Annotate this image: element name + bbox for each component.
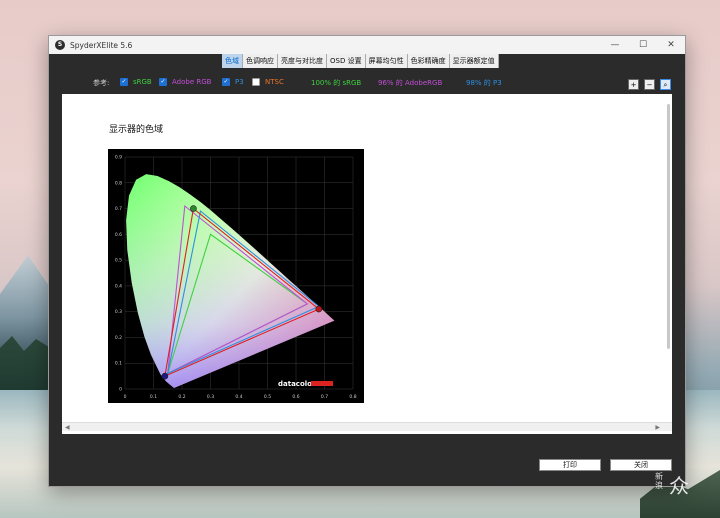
checkbox-ntsc-label[interactable]: NTSC (265, 78, 284, 86)
print-button[interactable]: 打印 (539, 459, 601, 471)
tab-brightness-contrast[interactable]: 亮度与对比度 (278, 54, 327, 68)
checkbox-adobe-rgb-label[interactable]: Adobe RGB (172, 78, 211, 86)
checkbox-adobe-rgb[interactable]: ✓ (159, 78, 167, 86)
tab-color-accuracy[interactable]: 色彩精确度 (407, 54, 450, 68)
primary-point (315, 305, 323, 313)
zoom-in-icon[interactable]: + (628, 79, 639, 90)
horizontal-scrollbar[interactable]: ◀ ▶ (62, 422, 672, 431)
y-tick-label: 0.1 (115, 361, 122, 367)
gamut-panel: 显示器的色域 0 0.1 0.2 0.3 0.4 0.5 0.6 0.7 0.8… (62, 94, 672, 434)
scroll-left-icon[interactable]: ◀ (65, 423, 70, 432)
title-bar[interactable]: S SpyderXElite 5.6 — ☐ ✕ (49, 36, 685, 54)
close-window-button[interactable]: ✕ (657, 36, 685, 54)
coverage-srgb: 100% 的 sRGB (311, 79, 362, 87)
datacolor-logo: datacolor (278, 380, 316, 388)
y-tick-label: 0.7 (115, 206, 122, 212)
reference-label: 参考: (93, 79, 110, 87)
coverage-adobe-rgb: 96% 的 AdobeRGB (378, 79, 443, 87)
checkbox-srgb[interactable]: ✓ (120, 78, 128, 86)
app-logo-icon: S (55, 40, 65, 50)
tab-tone-response[interactable]: 色调响应 (243, 54, 278, 68)
spectral-locus-overlay (126, 174, 335, 388)
x-tick-label: 0.5 (264, 394, 271, 400)
y-tick-label: 0.5 (115, 258, 122, 264)
y-tick-label: 0.2 (115, 335, 122, 341)
app-window: S SpyderXElite 5.6 — ☐ ✕ 色域 色调响应 亮度与对比度 … (48, 35, 686, 487)
zoom-fit-icon[interactable]: ⌕ (660, 79, 671, 90)
y-tick-label: 0.6 (115, 232, 122, 238)
reference-bar: 参考: ✓ sRGB ✓ Adobe RGB ✓ P3 NTSC 100% 的 … (49, 72, 687, 94)
window-title: SpyderXElite 5.6 (70, 40, 133, 50)
tab-osd-settings[interactable]: OSD 设置 (327, 54, 366, 68)
x-tick-label: 0.2 (178, 394, 185, 400)
x-tick-label: 0.3 (207, 394, 214, 400)
checkbox-srgb-label[interactable]: sRGB (133, 78, 152, 86)
y-tick-label: 0.8 (115, 180, 122, 186)
watermark: 新浪 众 (655, 470, 690, 499)
y-tick-label: 0.9 (115, 155, 122, 161)
x-tick-label: 0.7 (321, 394, 328, 400)
tab-bar: 色域 色调响应 亮度与对比度 OSD 设置 屏幕均匀性 色彩精确度 显示器额定值 (222, 54, 499, 68)
tab-display-rating[interactable]: 显示器额定值 (449, 54, 499, 68)
x-tick-label: 0.6 (292, 394, 299, 400)
gamut-chart: 0 0.1 0.2 0.3 0.4 0.5 0.6 0.7 0.8 0 0.1 0.2 0.3 0.4 0.… (108, 149, 364, 403)
y-tick-label: 0.4 (115, 283, 122, 289)
scroll-right-icon[interactable]: ▶ (655, 423, 660, 432)
zoom-out-icon[interactable]: − (644, 79, 655, 90)
y-tick-label: 0.3 (115, 309, 122, 315)
coverage-p3: 98% 的 P3 (466, 79, 502, 87)
gamut-chart-svg: 0 0.1 0.2 0.3 0.4 0.5 0.6 0.7 0.8 0 0.1 0.2 0.3 0.4 0.… (115, 155, 357, 401)
x-tick-label: 0.4 (235, 394, 242, 400)
minimize-button[interactable]: — (601, 36, 629, 54)
page-title: 显示器的色域 (109, 125, 164, 135)
primary-point (161, 372, 169, 380)
checkbox-p3[interactable]: ✓ (222, 78, 230, 86)
checkbox-ntsc[interactable] (252, 78, 260, 86)
primary-point (190, 205, 197, 212)
maximize-button[interactable]: ☐ (629, 36, 657, 54)
vertical-scrollbar[interactable] (667, 104, 670, 349)
y-tick-label: 0 (119, 387, 122, 393)
x-tick-label: 0 (124, 394, 127, 400)
tab-uniformity[interactable]: 屏幕均匀性 (365, 54, 408, 68)
datacolor-logo-bar (311, 381, 333, 386)
watermark-big: 众 (669, 474, 690, 498)
checkbox-p3-label[interactable]: P3 (235, 78, 244, 86)
watermark-small: 新浪 (655, 472, 664, 490)
tab-gamut[interactable]: 色域 (222, 54, 243, 68)
x-tick-label: 0.8 (349, 394, 356, 400)
x-tick-label: 0.1 (150, 394, 157, 400)
